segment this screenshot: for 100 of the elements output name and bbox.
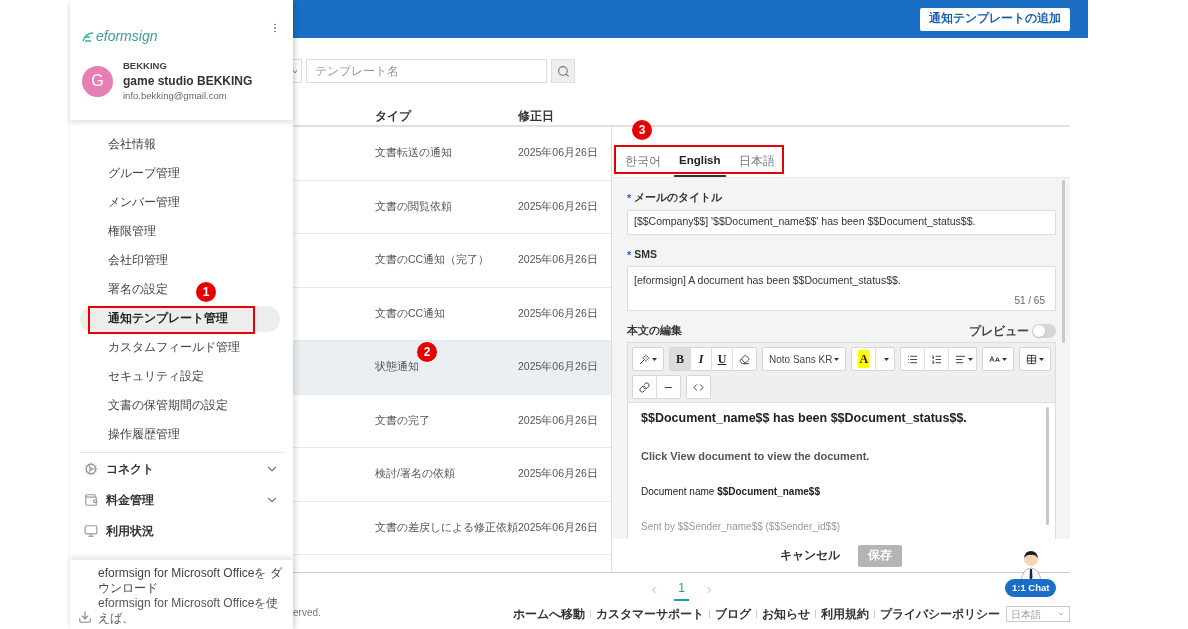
table-cell-text: 2025年06月26日 [518,198,598,214]
link-icon [639,381,650,393]
sidebar-section[interactable]: 利用状況 [70,515,293,546]
table-cell-text: 2025年06月26日 [518,305,598,321]
chevron-down-icon [1057,610,1065,618]
chat-button[interactable]: 1:1 Chat [1005,579,1057,598]
sidebar-section[interactable]: 料金管理 [70,484,293,515]
toolbar-button[interactable] [1019,347,1051,371]
footer-link[interactable]: カスタマーサポート [596,605,704,623]
table-cell-text: 文書の閲覧依頼 [375,198,453,214]
table-cell-text: 検討/署名の依頼 [375,466,456,482]
sidebar-section[interactable]: コネクト [70,453,293,484]
logo: eformsign [96,27,158,46]
sidebar-item[interactable]: 権限管理 [80,218,280,245]
sidebar-item[interactable]: 操作履歴管理 [80,421,280,448]
body-text: Sent by $$Sender_name$$ ($$Sender_id$$) [641,520,842,535]
caret-icon [884,357,890,361]
eraser-icon [739,353,750,365]
numbered-list-icon [930,353,942,365]
sidebar-item[interactable]: 文書の保管期間の設定 [80,392,280,419]
toolbar-button[interactable] [633,376,657,398]
required-mark: * [627,247,632,263]
footer-link[interactable]: お知らせ [762,605,810,623]
table-row[interactable]: 文書の差戻しによる修正依頼2025年06月26日 [293,501,611,555]
title-field[interactable]: [$$Company$$] '$$Document_name$$' has been $$Document_status$$. [627,209,1056,235]
callout-badge: 3 [632,120,652,140]
language-tab[interactable]: 日本語 [733,147,780,177]
dropdown-button[interactable] [876,348,894,370]
toolbar-button[interactable] [982,347,1014,371]
table-cell-text: 2025年06月26日 [518,145,598,161]
table-cell-text: 2025年06月26日 [518,359,598,375]
code-icon [693,381,704,393]
sidebar-item[interactable]: メンバー管理 [80,189,280,216]
sidebar-item[interactable]: カスタムフィールド管理 [80,334,280,361]
field-label: SMS [634,246,658,262]
footer-link[interactable]: プライバシーポリシー [880,605,1000,623]
caret-icon [1002,357,1007,361]
caret-icon [834,357,840,361]
account-name: game studio BEKKING [123,73,253,90]
add-template-button[interactable]: 通知テンプレートの追加 [920,7,1070,31]
callout-badge: 2 [417,342,437,362]
preview-toggle[interactable] [1032,324,1056,338]
highlight-button[interactable]: A [852,348,877,370]
toolbar-button[interactable] [948,348,976,370]
wallet-icon [84,492,98,507]
language-tab[interactable]: 한국어 [620,147,666,177]
format-button[interactable]: B [670,348,691,370]
chevron-down-icon [293,69,297,73]
table-icon [1026,353,1037,365]
table-cell-text: 2025年06月26日 [518,252,598,268]
download-icon [78,610,92,624]
text-size-icon [989,353,1000,365]
callout-badge: 1 [196,282,216,302]
sidebar-item[interactable]: 通知テンプレート管理 [80,305,280,332]
table-cell-text: 2025年06月26日 [518,412,598,428]
font-select[interactable]: Noto Sans KR [762,347,847,371]
company-code: BEKKING [123,59,168,73]
character-counter: 51 / 65 [1014,294,1045,308]
required-mark: * [627,191,632,206]
table-cell-text: 2025年06月26日 [518,466,598,482]
format-button[interactable]: U [712,348,733,370]
sms-field[interactable]: [eformsign] A document has been $$Document_status$$. 51 / 65 [627,266,1056,311]
footer-link[interactable]: 利用規約 [821,605,869,623]
sidebar-item[interactable]: 会社情報 [80,131,280,158]
account-email: info.bekking@gmail.com [123,89,228,104]
table-row[interactable]: 文書の閲覧依頼 2025年06月26日 [293,180,611,234]
format-button[interactable]: I [691,348,712,370]
toolbar-button[interactable] [733,348,756,370]
toolbar-button[interactable] [900,348,925,370]
table-row[interactable]: 文書転送の通知 2025年06月26日 [293,127,611,181]
table-row[interactable]: 検討/署名の依頼 2025年06月26日 [293,448,611,502]
section-label: 本文の編集 [627,323,682,339]
footer-link[interactable]: ホームへ移動 [513,605,585,623]
column-header: 修正日 [518,107,554,125]
search-button[interactable] [551,59,575,83]
monitor-icon [84,523,98,538]
align-icon [954,353,966,365]
save-button: 保存 [858,544,902,567]
table-cell-text: 状態通知 [375,359,420,375]
editor-body[interactable]: $$Document_name$$ has been $$Document_status$$. Click View document to view the document. Document name $$Document_name$$ Sent by $$Sender_name$$ ($$Sender_id$$) [627,403,1056,539]
table-row[interactable]: 文書の完了 2025年06月26日 [293,394,611,448]
cancel-button[interactable]: キャンセル [780,546,840,565]
toolbar-button[interactable] [924,348,949,370]
footer-link[interactable]: ブログ [715,605,751,623]
filter-select[interactable] [293,59,302,83]
field-label: メールのタイトル [634,190,723,206]
body-text: Document name $$Document_name$$ [641,485,821,500]
caret-icon [1039,357,1044,361]
body-text: $$Document_name$$ has been $$Document_status$$. [641,410,968,427]
sidebar-item[interactable]: グループ管理 [80,160,280,187]
search-field[interactable]: テンプレート名 [306,59,547,83]
table-cell-text: 文書の完了 [375,412,431,428]
table-row[interactable]: 状態通知 2025年06月26日 2 [293,341,611,395]
sidebar-item[interactable]: セキュリティ設定 [80,363,280,390]
table-cell-text: 文書の差戻しによる修正依頼 [375,519,518,535]
table-cell-text: 文書転送の通知 [375,145,453,161]
table-row[interactable]: 文書のCC通知（完了） 2025年06月26日 [293,234,611,288]
wand-icon [639,353,650,365]
sidebar-item[interactable]: 会社印管理 [80,247,280,274]
body-text: Click View document to view the document. [641,448,871,464]
